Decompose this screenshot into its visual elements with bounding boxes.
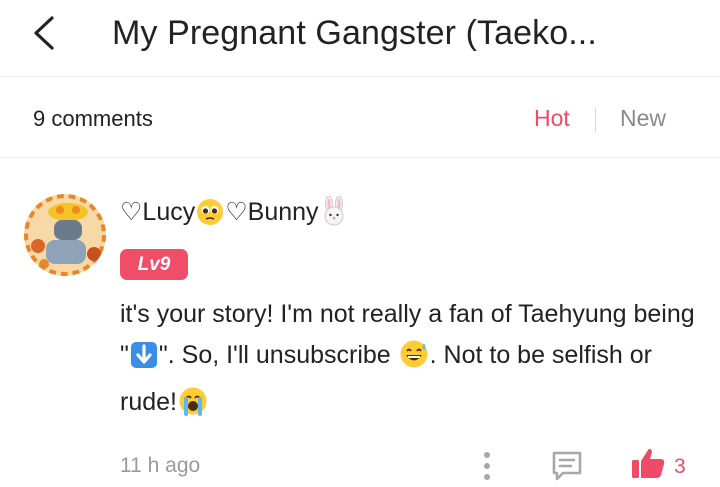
reply-icon: [552, 451, 582, 481]
more-vertical-icon: [484, 452, 490, 480]
sweat-smile-emoji: [399, 339, 429, 382]
sort-new-tab[interactable]: New: [620, 105, 666, 132]
sort-divider: [595, 108, 596, 132]
username[interactable]: ♡Lucy ♡Bunny: [120, 195, 349, 233]
like-count[interactable]: 3: [674, 455, 686, 479]
level-badge: Lv9: [120, 249, 188, 280]
like-button[interactable]: [630, 446, 666, 480]
username-part1: ♡Lucy: [120, 198, 196, 226]
down-arrow-emoji: [130, 341, 158, 382]
comment-text: it's your story! I'm not really a fan of…: [120, 294, 700, 429]
avatar[interactable]: [24, 194, 106, 276]
top-app-bar: My Pregnant Gangster (Taeko...: [0, 0, 720, 77]
pleading-face-emoji: [196, 198, 224, 233]
reply-button[interactable]: [550, 450, 584, 482]
crying-face-emoji: [178, 386, 208, 429]
back-button[interactable]: [26, 12, 66, 56]
comment-count: 9 comments: [33, 106, 153, 131]
comment-timestamp: 11 h ago: [120, 454, 201, 477]
rabbit-face-emoji: [320, 195, 348, 233]
username-part2: ♡Bunny: [225, 198, 319, 226]
chevron-left-icon: [34, 16, 54, 50]
more-options-button[interactable]: [476, 450, 498, 482]
page-title: My Pregnant Gangster (Taeko...: [112, 14, 597, 52]
comments-bar: 9 comments Hot New: [0, 77, 720, 158]
thumbs-up-icon: [632, 448, 665, 478]
comment-text-part2: ". So, I'll unsubscribe: [158, 341, 398, 369]
sort-hot-tab[interactable]: Hot: [534, 105, 570, 132]
